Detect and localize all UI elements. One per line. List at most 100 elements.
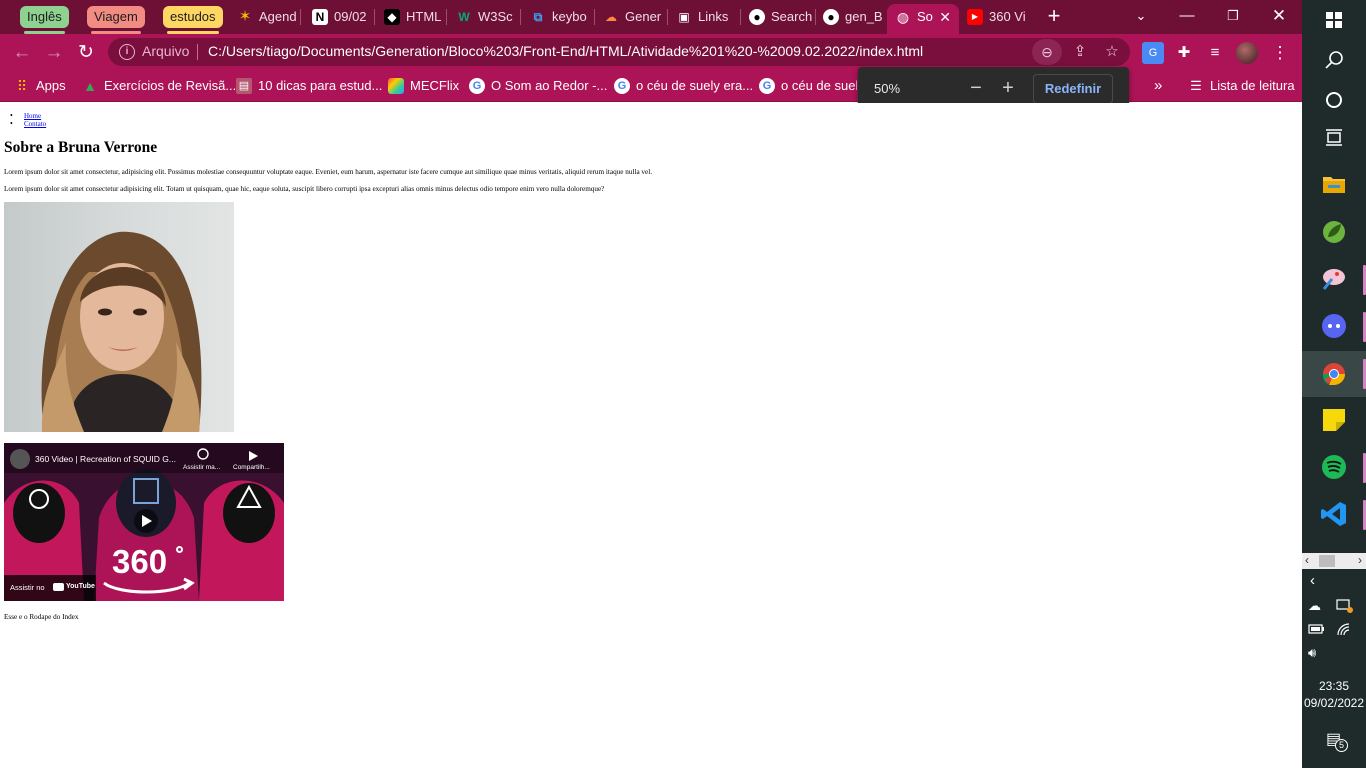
search-icon: [1325, 51, 1343, 69]
volume-icon[interactable]: 🔊︎: [1308, 645, 1316, 661]
close-window-button[interactable]: ✕: [1256, 0, 1302, 32]
display-badge-icon[interactable]: [1336, 598, 1354, 617]
tab-group-label: estudos: [170, 9, 216, 24]
zoom-in-button[interactable]: +: [996, 77, 1020, 101]
bookmark-apps[interactable]: ⠿ Apps: [14, 76, 66, 96]
html-icon: ◆: [384, 9, 400, 25]
floppy-icon: ▣: [678, 10, 690, 24]
github-icon: ●: [749, 9, 765, 25]
tab-label: 360 Vi: [989, 9, 1026, 24]
tab-group-estudos[interactable]: estudos: [163, 6, 223, 34]
back-button[interactable]: ←: [10, 41, 34, 65]
windows-taskbar: ‹ › ‹ ☁ 🔊︎ 23:35 09/02/2022 ▤ 5: [1302, 0, 1366, 768]
contato-link[interactable]: Contato: [24, 120, 46, 128]
bookmark-o-ceu-de-suely-era[interactable]: G o céu de suely era...: [614, 76, 753, 96]
display-badge-drawing: [1336, 599, 1353, 613]
spotify-icon: [1322, 455, 1346, 479]
taskbar-spring-tool[interactable]: [1310, 211, 1358, 255]
bookmark-star-icon[interactable]: ☆: [1102, 42, 1122, 62]
media-control-icon[interactable]: ≡: [1204, 42, 1226, 64]
tab-generation[interactable]: ☁ Gener: [595, 4, 665, 34]
tab-group-ingles[interactable]: Inglês: [20, 6, 69, 34]
reload-button[interactable]: ↻: [74, 41, 98, 65]
bookmarks-overflow-chevron-icon[interactable]: »: [1154, 76, 1162, 96]
bookmark-label: MECFlix: [410, 78, 460, 93]
bookmark-o-ceu-de-suely[interactable]: G o céu de suely: [759, 76, 857, 96]
minimize-button[interactable]: —: [1164, 0, 1210, 32]
tab-w3schools[interactable]: W W3Sc: [448, 4, 518, 34]
home-link[interactable]: Home: [24, 112, 41, 120]
share-label[interactable]: Compartilh...: [233, 464, 270, 471]
menu-kebab-icon[interactable]: ⋮: [1269, 42, 1291, 64]
bookmark-10-dicas[interactable]: ▤ 10 dicas para estud...: [236, 76, 382, 96]
tab-label: HTML: [406, 9, 442, 24]
clock-time[interactable]: 23:35: [1302, 679, 1366, 693]
bookmark-exercicios[interactable]: ▲ Exercícios de Revisã...: [82, 76, 236, 96]
youtube-wordmark: YouTube: [66, 583, 95, 590]
address-bar[interactable]: i Arquivo C:/Users/tiago/Documents/Gener…: [108, 38, 1130, 66]
tab-search[interactable]: ● Search: [741, 4, 813, 34]
new-tab-button[interactable]: +: [1032, 0, 1076, 32]
task-view-button[interactable]: [1310, 118, 1358, 162]
close-tab-icon[interactable]: ✕: [939, 4, 951, 30]
restore-button[interactable]: ❐: [1210, 0, 1256, 32]
taskbar-paint-app[interactable]: [1310, 257, 1366, 301]
bookmark-mecflix[interactable]: MECFlix: [388, 76, 459, 96]
tab-group-label: Viagem: [94, 9, 138, 24]
taskbar-vscode[interactable]: [1310, 492, 1366, 536]
taskbar-discord[interactable]: [1310, 304, 1366, 348]
profile-avatar[interactable]: [1236, 42, 1258, 64]
tab-active-sobre[interactable]: ◍ So ✕: [887, 4, 959, 34]
zoom-reset-button[interactable]: Redefinir: [1033, 74, 1113, 104]
scroll-right-icon[interactable]: ›: [1358, 553, 1362, 567]
tab-group-viagem[interactable]: Viagem: [87, 6, 145, 34]
battery-icon[interactable]: [1308, 622, 1326, 639]
youtube-embed[interactable]: 360 Video | Recreation of SQUID G... Ass…: [4, 443, 284, 601]
tab-search-chevron-icon[interactable]: ⌄: [1118, 0, 1164, 32]
cortana-circle-icon: [1326, 92, 1342, 108]
taskbar-file-explorer[interactable]: [1310, 164, 1358, 208]
show-hidden-icons-chevron-icon[interactable]: ‹: [1310, 572, 1315, 589]
taskbar-scrollbar[interactable]: ‹ ›: [1302, 553, 1366, 569]
reading-list-button[interactable]: ☰ Lista de leitura: [1188, 76, 1294, 96]
wifi-drawing: [1337, 623, 1350, 636]
info-icon[interactable]: i: [119, 44, 135, 60]
portrait-image: [4, 202, 234, 432]
translate-extension-icon[interactable]: G: [1142, 42, 1164, 64]
search-button[interactable]: [1310, 40, 1358, 84]
taskbar-sticky-notes[interactable]: [1310, 398, 1358, 442]
tab-html[interactable]: ◆ HTML: [376, 4, 444, 34]
wifi-icon[interactable]: [1336, 622, 1352, 639]
taskbar-spotify[interactable]: [1310, 445, 1366, 489]
omnibox-separator: [197, 44, 198, 60]
tab-separator: [446, 9, 447, 25]
tab-agenda[interactable]: ✶ Agend: [229, 4, 297, 34]
tab-gen-b[interactable]: ● gen_B: [815, 4, 885, 34]
onedrive-cloud-icon[interactable]: ☁: [1308, 598, 1321, 614]
globe-icon: ◍: [896, 9, 910, 25]
extensions-puzzle-icon[interactable]: ✚: [1173, 42, 1195, 64]
discord-icon: [1322, 314, 1346, 338]
watch-on-label[interactable]: Assistir no: [10, 583, 45, 592]
scroll-left-icon[interactable]: ‹: [1305, 553, 1309, 567]
forward-button[interactable]: →: [42, 41, 66, 65]
reading-list-icon: ☰: [1190, 78, 1202, 93]
tab-360-video[interactable]: ▶ 360 Vi: [959, 4, 1031, 34]
bookmark-o-som-ao-redor[interactable]: G O Som ao Redor -...: [469, 76, 607, 96]
tab-notion[interactable]: N 09/02: [304, 4, 372, 34]
vscode-icon: [1321, 502, 1346, 526]
zoom-magnifier-icon[interactable]: ⊖: [1032, 39, 1062, 65]
taskbar-chrome[interactable]: [1302, 351, 1366, 397]
clock-date[interactable]: 09/02/2022: [1302, 696, 1366, 710]
tab-links[interactable]: ▣ Links: [668, 4, 738, 34]
share-icon[interactable]: ⇪: [1070, 42, 1090, 62]
badge-360: 360: [112, 543, 168, 580]
start-button[interactable]: [1310, 0, 1358, 44]
watch-later-label[interactable]: Assistir ma...: [183, 464, 220, 471]
url-text[interactable]: C:/Users/tiago/Documents/Generation/Bloc…: [208, 43, 923, 59]
google-icon: G: [759, 78, 775, 94]
tab-keyboard[interactable]: ⧉ keybo: [522, 4, 592, 34]
zoom-out-button[interactable]: −: [964, 77, 988, 101]
video-title[interactable]: 360 Video | Recreation of SQUID G...: [35, 454, 176, 464]
scroll-thumb[interactable]: [1319, 555, 1335, 567]
